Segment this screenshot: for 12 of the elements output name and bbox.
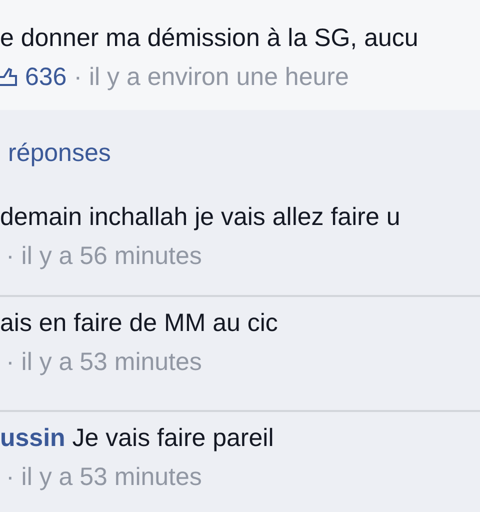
comment-text: e donner ma démission à la SG, aucu xyxy=(0,24,418,52)
reply-time: · il y a 53 minutes xyxy=(5,462,202,492)
reply-text: Je vais faire pareil xyxy=(72,424,274,452)
reply-text: ais en faire de MM au cic xyxy=(0,308,278,338)
replies-link[interactable]: réponses xyxy=(8,138,111,168)
reply-time: · il y a 56 minutes xyxy=(5,242,202,270)
reply-time: · il y a 53 minutes xyxy=(5,348,202,376)
reply-text: demain inchallah je vais allez faire u xyxy=(0,202,400,232)
thumbs-up-icon[interactable] xyxy=(0,67,18,87)
reply-author[interactable]: ussin xyxy=(0,424,66,452)
like-count[interactable]: 636 xyxy=(25,62,67,92)
comment-time: · il y a environ une heure xyxy=(74,62,349,92)
